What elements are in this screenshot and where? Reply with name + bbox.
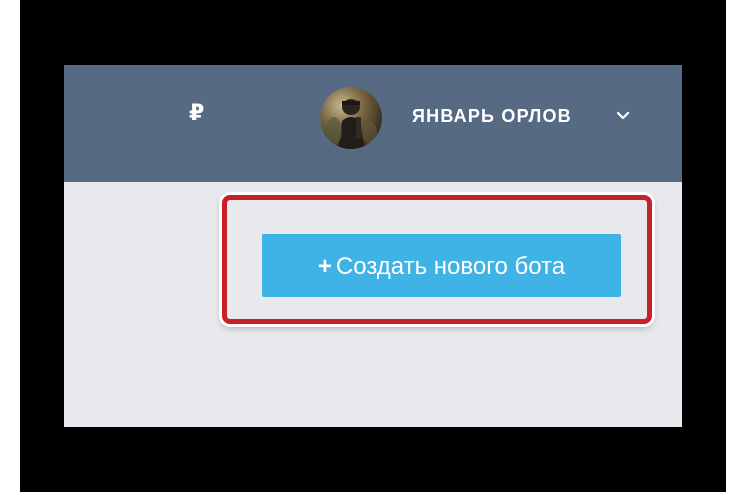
app-screen: ₽ ЯНВАРЬ ОРЛОВ + Создать нового бота	[64, 65, 682, 427]
create-button-label: Создать нового бота	[335, 253, 566, 280]
ruble-icon[interactable]: ₽	[189, 101, 204, 127]
create-new-bot-button[interactable]: + Создать нового бота	[262, 234, 621, 297]
avatar-photo-icon	[326, 99, 377, 149]
top-header: ₽ ЯНВАРЬ ОРЛОВ	[64, 65, 682, 182]
avatar[interactable]	[320, 87, 382, 149]
chevron-down-icon[interactable]	[616, 108, 630, 122]
plus-icon: +	[317, 253, 332, 280]
user-name[interactable]: ЯНВАРЬ ОРЛОВ	[412, 105, 572, 127]
